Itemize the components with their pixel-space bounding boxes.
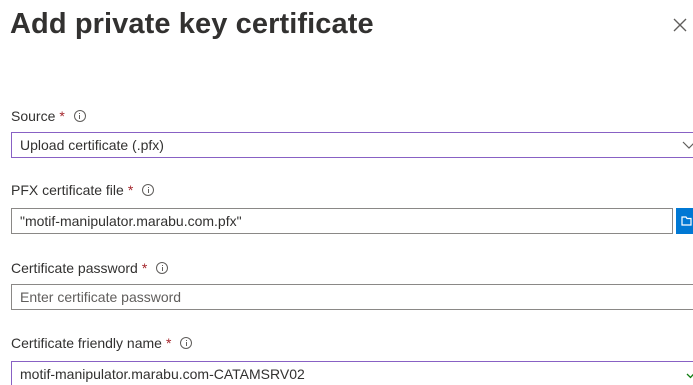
required-marker: *: [141, 260, 148, 276]
pfx-file-label-text: PFX certificate file: [11, 182, 124, 198]
add-private-key-certificate-panel: Add private key certificate Source * Upl…: [0, 0, 693, 385]
panel-title: Add private key certificate: [10, 8, 374, 40]
required-marker: *: [165, 335, 172, 351]
folder-icon: [681, 216, 692, 226]
pfx-file-input-value: "motif-manipulator.marabu.com.pfx": [20, 213, 242, 229]
pfx-file-input[interactable]: "motif-manipulator.marabu.com.pfx": [11, 208, 673, 234]
chevron-down-icon: [682, 141, 693, 149]
friendly-name-label: Certificate friendly name *: [11, 334, 193, 352]
friendly-name-label-text: Certificate friendly name: [11, 335, 162, 351]
required-marker: *: [127, 182, 134, 198]
source-label-text: Source: [11, 108, 56, 124]
required-marker: *: [59, 108, 65, 124]
friendly-name-input[interactable]: motif-manipulator.marabu.com-CATAMSRV02: [11, 361, 693, 385]
info-icon[interactable]: [142, 184, 155, 196]
source-dropdown-value: Upload certificate (.pfx): [20, 137, 164, 153]
browse-file-button[interactable]: [676, 208, 693, 234]
source-label: Source *: [11, 107, 86, 125]
source-dropdown[interactable]: Upload certificate (.pfx): [11, 132, 693, 158]
info-icon[interactable]: [156, 262, 169, 274]
password-label: Certificate password *: [11, 259, 169, 277]
friendly-name-input-value: motif-manipulator.marabu.com-CATAMSRV02: [20, 366, 305, 382]
pfx-file-label: PFX certificate file *: [11, 181, 155, 199]
password-label-text: Certificate password: [11, 260, 138, 276]
certificate-password-input[interactable]: [11, 284, 693, 310]
close-icon[interactable]: [670, 15, 690, 35]
info-icon[interactable]: [180, 337, 193, 349]
info-icon[interactable]: [73, 110, 86, 122]
checkmark-icon: [686, 373, 693, 379]
